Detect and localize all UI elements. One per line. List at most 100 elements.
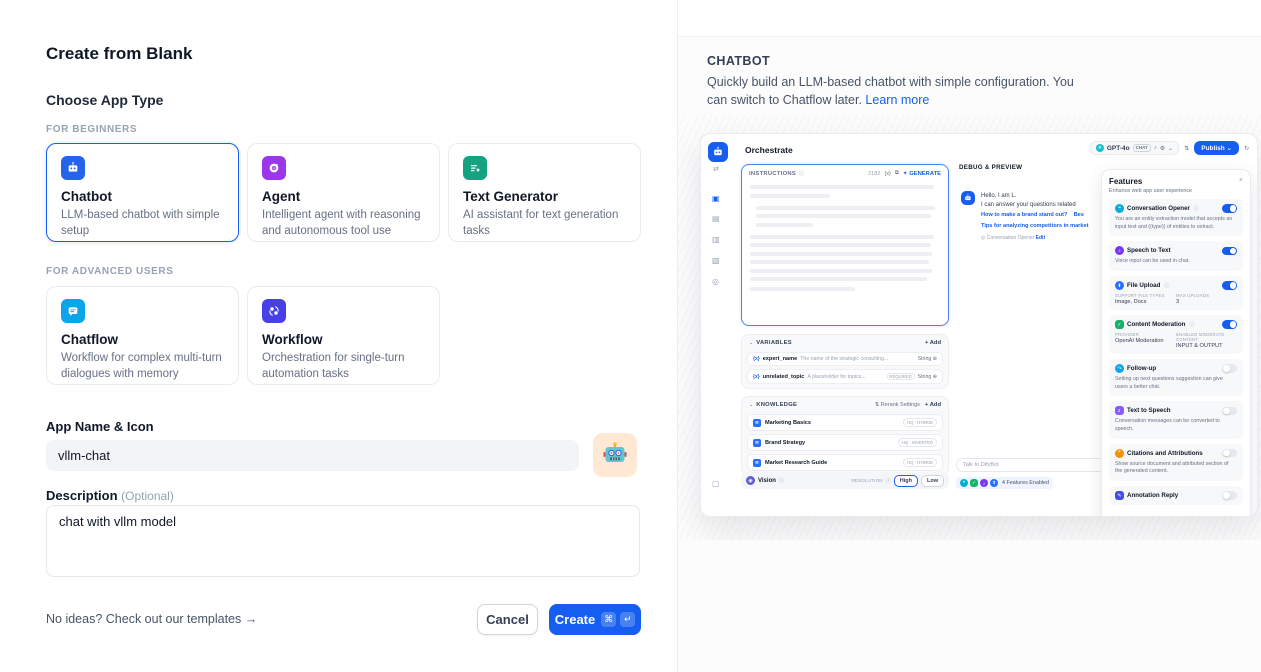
feature-toggle [1222, 364, 1237, 373]
dataset-icon: ≣ [753, 439, 761, 447]
dataset-icon: ≣ [753, 419, 761, 427]
preview-description: Quickly build an LLM-based chatbot with … [707, 73, 1079, 109]
variable-desc: The name of the strategic consulting... [800, 356, 914, 362]
meta-value: 3 [1176, 299, 1237, 305]
description-textarea[interactable]: chat with vllm model [46, 505, 640, 577]
card-title: Workflow [262, 332, 425, 347]
cancel-button[interactable]: Cancel [477, 604, 538, 635]
info-icon: ⓘ [1194, 205, 1199, 212]
feature-conversation-opener: ❝ Conversation Opener ⓘ You are an entit… [1109, 199, 1243, 236]
preview-image-zone: ⇄ ▣ ▤ ▥ ▧ ◎ ▢ Orchestrate ✳ GPT-4o CHAT … [678, 115, 1261, 540]
feature-toggle [1222, 449, 1237, 458]
app-type-card-chatflow[interactable]: Chatflow Workflow for complex multi-turn… [46, 286, 239, 385]
dataset-name: Marketing Basics [765, 420, 899, 426]
feature-content-moderation: ✓ Content Moderation ⓘ PROVIDER OpenAI M… [1109, 315, 1243, 354]
instructions-panel: INSTRUCTIONS ⓘ 2182 {x} ⧉ ✦ GENERATE [741, 164, 949, 326]
knowledge-row: ≣ Marketing Basics HQ · HYBRID [747, 414, 943, 431]
instructions-title: INSTRUCTIONS [749, 171, 796, 177]
dataset-name: Brand Strategy [765, 440, 894, 446]
dataset-name: Market Research Guide [765, 460, 899, 466]
bot-message: Hello, I am L. I can answer your questio… [981, 192, 1106, 241]
workflow-icon [262, 299, 286, 323]
meta-value: Image, Docs [1115, 299, 1176, 305]
history-icon: ↻ [1244, 145, 1249, 152]
knowledge-row: ≣ Brand Strategy HQ · INVERTED [747, 434, 943, 451]
features-enabled-label: 4 Features Enabled [1002, 480, 1049, 486]
preview-sidebar: ⇄ ▣ ▤ ▥ ▧ ◎ ▢ [701, 134, 735, 516]
meta-label: MAX UPLOADS [1176, 293, 1237, 298]
feature-name: Content Moderation [1127, 321, 1185, 328]
app-type-card-agent[interactable]: Agent Intelligent agent with reasoning a… [247, 143, 440, 242]
knowledge-header: ⌄ KNOWLEDGE ⇅ Rerank Settings + Add [747, 401, 943, 411]
meta-label: SUPPORT FILE TYPES [1115, 293, 1176, 298]
preview-page-title: Orchestrate [745, 145, 793, 155]
knowledge-row: ≣ Market Research Guide HQ · HYBRID [747, 454, 943, 471]
debug-preview-title: DEBUG & PREVIEW [959, 164, 1022, 171]
app-type-card-text-generator[interactable]: Text Generator AI assistant for text gen… [448, 143, 641, 242]
file-upload-icon: ⬆ [1115, 281, 1124, 290]
for-beginners-label: FOR BEGINNERS [46, 124, 137, 135]
rerank-settings-button: ⇅ Rerank Settings [875, 402, 920, 408]
chatflow-icon [61, 299, 85, 323]
description-label-text: Description [46, 488, 118, 503]
features-panel: Features × Enhance web app user experien… [1101, 169, 1251, 517]
templates-link[interactable]: No ideas? Check out our templates → [46, 612, 257, 626]
meta-label: PROVIDER [1115, 332, 1176, 337]
instructions-skeleton-text [742, 180, 948, 301]
feature-name: Conversation Opener [1127, 205, 1190, 212]
chevron-down-icon: ⌄ [749, 402, 753, 408]
bot-avatar [961, 191, 975, 205]
feature-follow-up: ↷ Follow-up Setting up next questions su… [1109, 359, 1243, 396]
meta-label: ENABLED MODERATE CONTENT [1176, 332, 1237, 342]
suggested-question-link: How to make a brand stand out? [981, 212, 1067, 218]
create-button[interactable]: Create ⌘ ↵ [549, 604, 641, 635]
suggested-question: Tips for analyzing competitors in market [981, 221, 1106, 232]
variable-icon: {x} [753, 374, 760, 380]
app-type-card-workflow[interactable]: Workflow Orchestration for single-turn a… [247, 286, 440, 385]
annotation-reply-icon: ✎ [1115, 491, 1124, 500]
content-moderation-icon: ✓ [1115, 320, 1124, 329]
features-title: Features [1109, 177, 1142, 186]
info-icon: ⓘ [886, 477, 891, 484]
feature-text-to-speech: ♬ Text to Speech Conversation messages c… [1109, 401, 1243, 438]
variables-panel: ⌄ VARIABLES + Add {x} expert_name The na… [741, 334, 949, 389]
switch-icon: ⇄ [713, 165, 719, 173]
chat-input: Talk to DifyBot [956, 458, 1106, 472]
resolution-label: RESOLUTION [851, 478, 882, 483]
cmd-key-icon: ⌘ [601, 612, 616, 627]
conversation-opener-icon: ❝ [1115, 204, 1124, 213]
learn-more-link[interactable]: Learn more [865, 93, 929, 107]
app-name-label: App Name & Icon [46, 419, 154, 434]
knowledge-title: KNOWLEDGE [756, 402, 797, 408]
dataset-tag: HQ · HYBRID [903, 418, 937, 427]
speech-to-text-icon: ♪ [1115, 246, 1124, 255]
speech-feature-dot: ♪ [980, 479, 988, 487]
upload-feature-dot: ⬆ [990, 479, 998, 487]
feature-toggle [1222, 491, 1237, 500]
advanced-app-type-cards: Chatflow Workflow for complex multi-turn… [46, 286, 440, 385]
bot-greeting: Hello, I am L. [981, 192, 1106, 201]
card-desc: Intelligent agent with reasoning and aut… [262, 208, 425, 239]
gear-icon: ⚙ [1160, 145, 1165, 152]
feature-file-upload: ⬆ File Upload ⓘ SUPPORT FILE TYPES Image… [1109, 276, 1243, 310]
feature-name: Speech to Text [1127, 247, 1171, 254]
citations-icon: ❞ [1115, 449, 1124, 458]
arrow-right-icon: → [245, 612, 258, 626]
robot-emoji-icon [601, 441, 629, 469]
variable-name: expert_name [763, 356, 798, 362]
feature-name: Annotation Reply [1127, 492, 1178, 499]
templates-link-text: No ideas? Check out our templates [46, 612, 241, 626]
publish-button: Publish ⌄ [1194, 141, 1239, 155]
resolution-high-chip: High [894, 475, 918, 487]
card-desc: LLM-based chatbot with simple setup [61, 208, 224, 239]
model-selector: ✳ GPT-4o CHAT ♪ ⚙ ⌄ [1090, 141, 1179, 155]
close-icon: × [1239, 177, 1243, 184]
app-name-input[interactable] [46, 440, 579, 471]
preview-app-avatar [708, 142, 728, 162]
app-type-card-chatbot[interactable]: Chatbot LLM-based chatbot with simple se… [46, 143, 239, 242]
app-icon-picker[interactable] [593, 433, 637, 477]
info-icon: ⓘ [799, 170, 804, 177]
features-subtitle: Enhance web app user experience [1109, 188, 1243, 194]
create-button-label: Create [555, 612, 595, 627]
variable-row: {x} expert_name The name of the strategi… [747, 352, 943, 366]
